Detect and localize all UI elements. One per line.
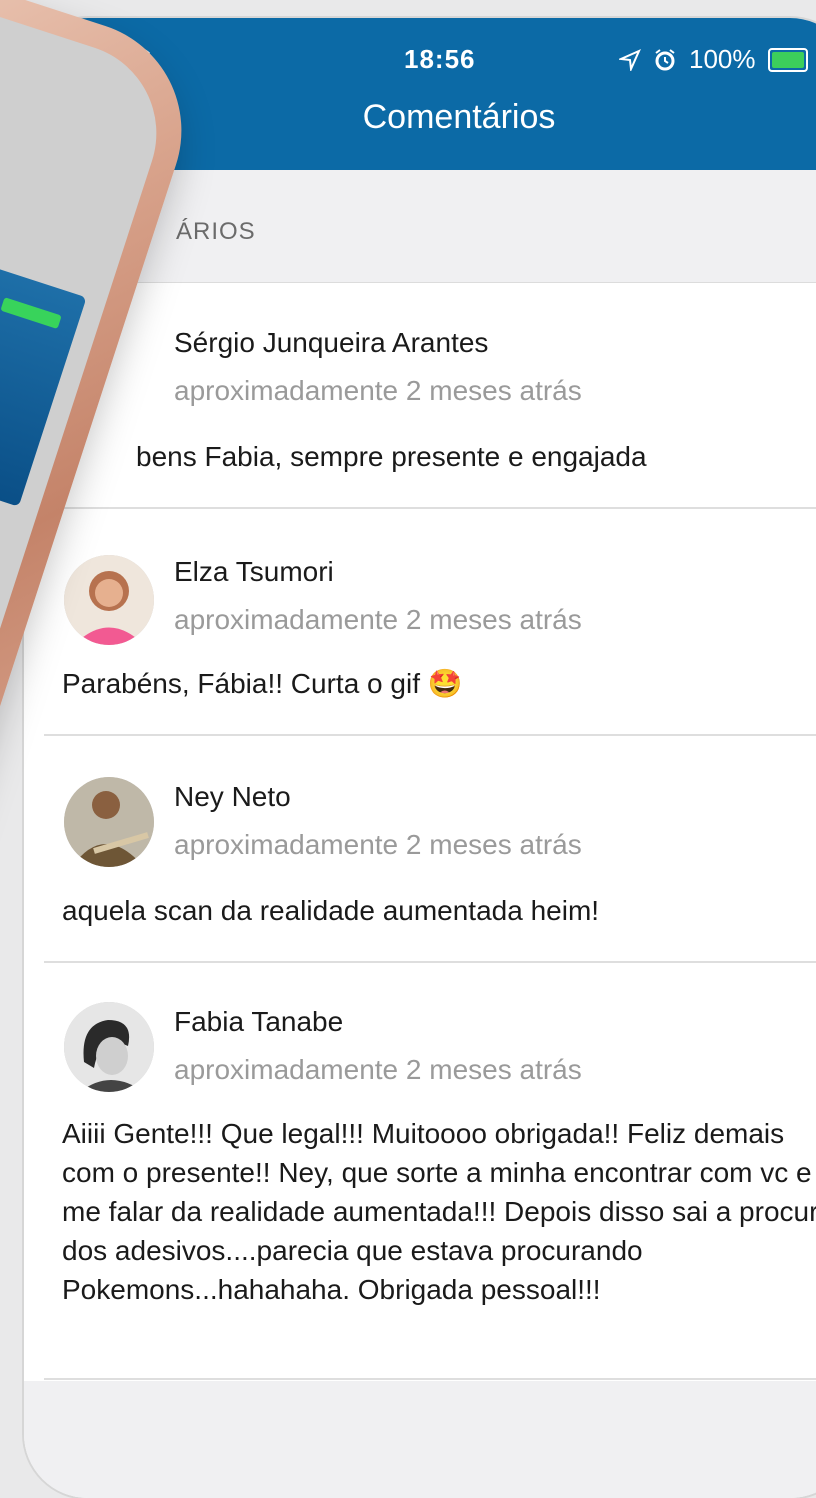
comment-item[interactable]: Sérgio Junqueira Arantes aproximadamente… <box>24 283 816 509</box>
comment-author[interactable]: Ney Neto <box>174 781 291 813</box>
comment-text: aquela scan da realidade aumentada heim! <box>62 895 600 926</box>
comment-time: aproximadamente 2 meses atrás <box>174 375 582 406</box>
divider <box>44 734 816 736</box>
location-arrow-icon <box>619 48 641 71</box>
divider <box>44 1378 816 1380</box>
comment-item[interactable]: Ney Neto aproximadamente 2 meses atrás a… <box>24 737 816 963</box>
divider <box>44 961 816 963</box>
battery-icon <box>767 47 808 72</box>
comment-text: Parabéns, Fábia!! Curta o gif 🤩 <box>62 668 463 699</box>
status-time: 18:56 <box>404 44 476 74</box>
comment-item[interactable]: Elza Tsumori aproximadamente 2 meses atr… <box>24 510 816 736</box>
comment-author[interactable]: Elza Tsumori <box>174 556 334 588</box>
battery-percent: 100% <box>689 44 756 74</box>
comment-text: bens Fabia, sempre presente e engajada <box>136 441 647 472</box>
comment-text: Aiiii Gente!!! Que legal!!! Muitoooo obr… <box>62 1118 816 1305</box>
comment-author[interactable]: Sérgio Junqueira Arantes <box>174 327 488 359</box>
status-right-group: 100% <box>619 44 808 75</box>
divider <box>44 507 816 509</box>
avatar[interactable] <box>64 555 154 645</box>
avatar-fabia-image <box>64 1002 154 1092</box>
comment-item[interactable]: Fabia Tanabe aproximadamente 2 meses atr… <box>24 964 816 1380</box>
comment-time: aproximadamente 2 meses atrás <box>174 829 582 860</box>
comment-author[interactable]: Fabia Tanabe <box>174 1006 343 1038</box>
avatar-elza-image <box>64 555 154 645</box>
section-label: ÁRIOS <box>176 218 256 245</box>
avatar-ney-image <box>64 777 154 867</box>
avatar[interactable] <box>64 777 154 867</box>
avatar[interactable] <box>64 1002 154 1092</box>
alarm-icon <box>655 48 675 70</box>
list-footer-area <box>24 1381 816 1498</box>
comment-time: aproximadamente 2 meses atrás <box>174 1054 582 1085</box>
comment-time: aproximadamente 2 meses atrás <box>174 604 582 635</box>
